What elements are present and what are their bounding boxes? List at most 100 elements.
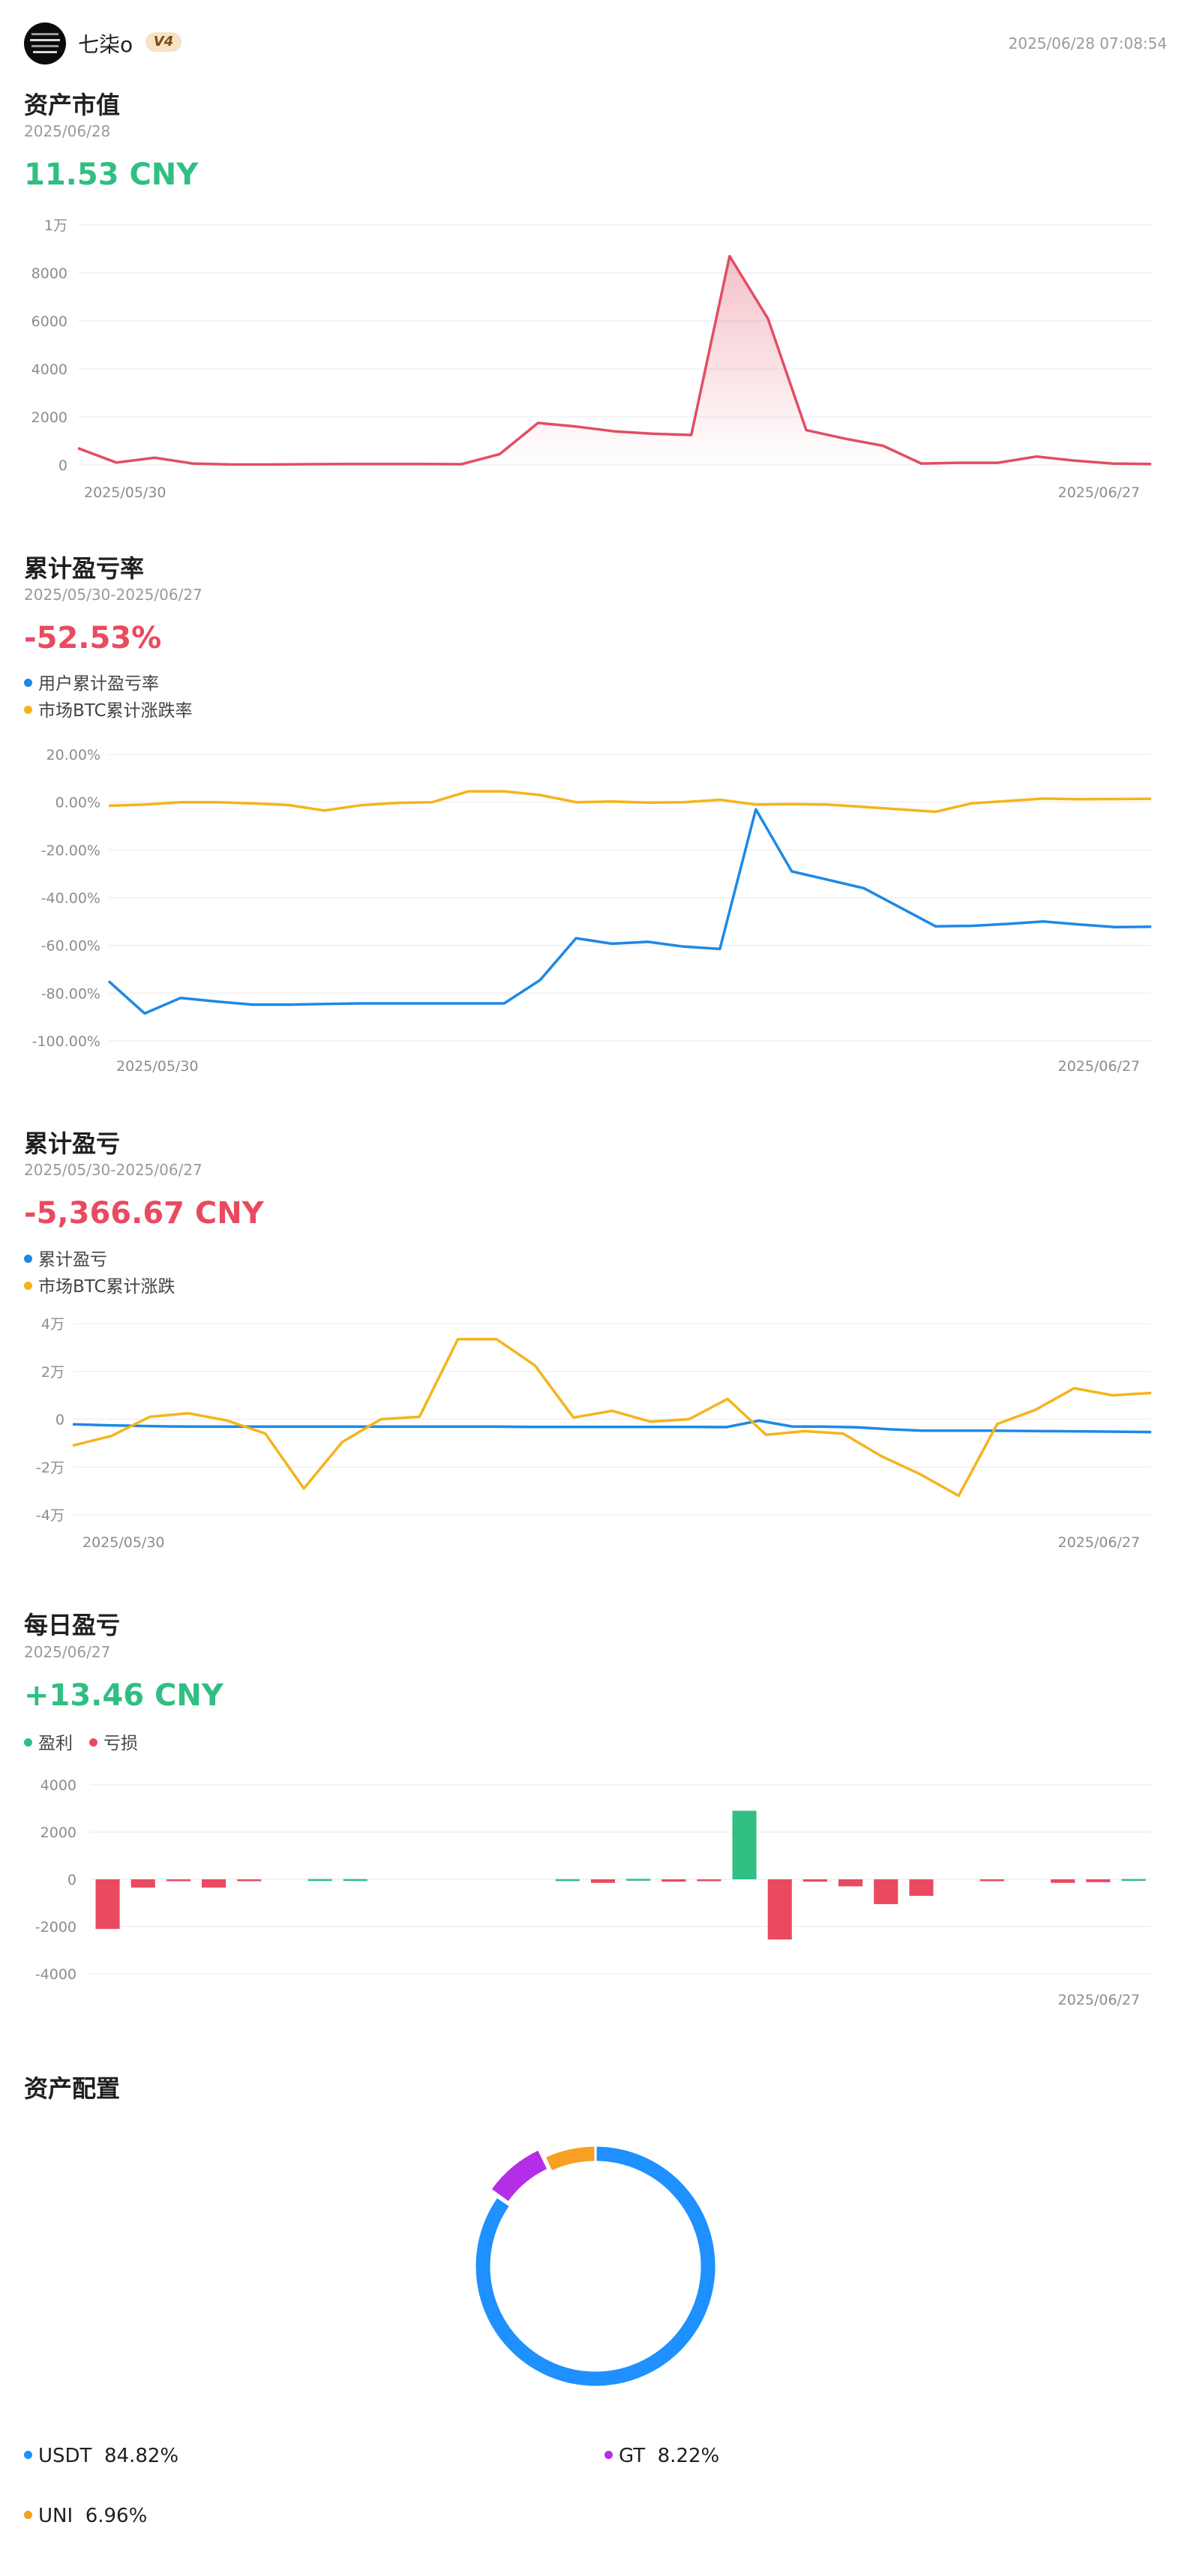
y-tick-label: 8000 <box>32 265 68 282</box>
user-header: 七柒o V4 2025/06/28 07:08:54 <box>24 21 1167 67</box>
legend-item: 市场BTC累计涨跌 <box>24 1273 176 1300</box>
x-tick-label: 2025/06/27 <box>1058 1534 1140 1551</box>
y-tick-label: -4万 <box>36 1507 64 1524</box>
legend-dot <box>24 2511 32 2519</box>
legend-item: 累计盈亏 <box>24 1246 176 1273</box>
daily-bar <box>697 1879 722 1882</box>
y-tick-label: 0 <box>58 457 68 474</box>
daily-bar <box>237 1879 262 1882</box>
daily-bar <box>202 1879 226 1888</box>
cum-pnl-date: 2025/05/30-2025/06/27 <box>24 1161 202 1179</box>
y-tick-label: -2万 <box>36 1459 64 1476</box>
cum-pnl-value: -5,366.67 CNY <box>24 1196 264 1231</box>
allocation-item-usdt: USDT 84.82% <box>24 2445 178 2467</box>
cum-rate-chart: 20.00% 0.00% -20.00% -40.00% -60.00% -80.00% -… <box>32 747 1152 1075</box>
legend-item: 盈利 <box>24 1729 73 1754</box>
daily-bar <box>767 1879 792 1940</box>
y-tick-label: 2000 <box>40 1825 76 1841</box>
daily-bar <box>1121 1879 1146 1882</box>
daily-pnl-chart: 4000 2000 0 -2000 -4000 2025/06/27 <box>35 1777 1151 2008</box>
x-tick-label: 2025/05/30 <box>84 484 166 501</box>
y-tick-label: -100.00% <box>32 1033 100 1050</box>
legend-item: 用户累计盈亏率 <box>24 670 193 697</box>
legend-item: 亏损 <box>89 1729 138 1754</box>
daily-bar <box>802 1879 827 1882</box>
x-tick-label: 2025/06/27 <box>1058 1058 1140 1075</box>
allocation-asset-name: USDT <box>38 2445 92 2467</box>
x-tick-label: 2025/05/30 <box>116 1058 199 1075</box>
cum-pnl-legend: 累计盈亏 市场BTC累计涨跌 <box>24 1246 176 1300</box>
allocation-item-uni: UNI 6.96% <box>24 2505 147 2527</box>
donut-slice-uni <box>546 2146 595 2171</box>
y-tick-label: 4万 <box>41 1316 64 1333</box>
y-tick-label: 0 <box>68 1872 76 1888</box>
series-line-btc <box>72 1337 1152 1498</box>
legend-dot <box>89 1738 98 1747</box>
daily-bar <box>838 1879 863 1887</box>
asset-value-date: 2025/06/28 <box>24 122 111 140</box>
donut-slice-gt <box>491 2150 548 2202</box>
series-line-user <box>107 808 1152 1015</box>
allocation-item-gt: GT 8.22% <box>604 2445 719 2467</box>
y-tick-label: 4000 <box>32 361 68 378</box>
cum-pnl-title: 累计盈亏 <box>24 1129 121 1158</box>
daily-bar <box>130 1879 155 1888</box>
allocation-asset-name: GT <box>619 2445 646 2467</box>
asset-value-amount: 11.53 CNY <box>24 157 199 192</box>
area-fill <box>78 256 1151 465</box>
legend-dot <box>24 706 32 714</box>
legend-label: 市场BTC累计涨跌 <box>38 1277 176 1297</box>
legend-item: 市场BTC累计涨跌率 <box>24 697 193 724</box>
vip-badge: V4 <box>146 32 182 52</box>
y-tick-label: 0 <box>56 1412 64 1429</box>
y-tick-label: 4000 <box>40 1777 76 1794</box>
legend-label: 用户累计盈亏率 <box>38 674 159 694</box>
daily-bar <box>308 1879 332 1882</box>
daily-pnl-value: +13.46 CNY <box>24 1678 224 1713</box>
cum-rate-legend: 用户累计盈亏率 市场BTC累计涨跌率 <box>24 670 193 724</box>
legend-label: 盈利 <box>38 1734 73 1753</box>
daily-bar <box>555 1879 580 1882</box>
legend-label: 市场BTC累计涨跌率 <box>38 701 193 721</box>
timestamp: 2025/06/28 07:08:54 <box>1008 34 1167 52</box>
allocation-percent: 8.22% <box>657 2445 720 2467</box>
x-tick-label: 2025/05/30 <box>82 1534 165 1551</box>
cum-pnl-chart: 4万 2万 0 -2万 -4万 2025/05/30 2025/06/27 <box>36 1316 1152 1551</box>
series-line-btc <box>108 790 1152 814</box>
x-tick-label: 2025/06/27 <box>1058 1992 1140 2008</box>
legend-label: 亏损 <box>104 1734 138 1753</box>
legend-dot <box>604 2451 613 2459</box>
legend-dot <box>24 2451 32 2459</box>
asset-value-chart: 1万 8000 6000 4000 2000 0 2025/05/30 2025/06/27 <box>32 217 1152 501</box>
y-tick-label: 0.00% <box>56 795 100 811</box>
username: 七柒o <box>78 32 134 57</box>
daily-bar <box>1051 1879 1076 1883</box>
daily-bar <box>95 1879 120 1930</box>
allocation-percent: 84.82% <box>104 2445 179 2467</box>
cum-rate-date: 2025/05/30-2025/06/27 <box>24 586 202 604</box>
avatar[interactable] <box>24 22 66 64</box>
cum-rate-value: -52.53% <box>24 621 162 655</box>
daily-bar <box>590 1879 615 1883</box>
daily-pnl-date: 2025/06/27 <box>24 1643 111 1661</box>
daily-bar <box>909 1879 934 1897</box>
legend-dot <box>24 1255 32 1263</box>
cum-rate-title: 累计盈亏率 <box>24 554 145 583</box>
y-tick-label: 6000 <box>32 313 68 330</box>
daily-bar <box>874 1879 898 1905</box>
daily-pnl-title: 每日盈亏 <box>24 1611 121 1639</box>
legend-dot <box>24 679 32 687</box>
daily-bar <box>980 1879 1004 1882</box>
y-tick-label: -40.00% <box>41 890 100 907</box>
daily-bar <box>343 1879 368 1882</box>
allocation-donut-chart <box>476 2146 716 2386</box>
daily-bar <box>1086 1879 1111 1882</box>
y-tick-label: -60.00% <box>41 938 100 955</box>
allocation-title: 资产配置 <box>24 2074 121 2103</box>
legend-label: 累计盈亏 <box>38 1250 107 1270</box>
allocation-asset-name: UNI <box>38 2505 74 2527</box>
y-tick-label: 1万 <box>44 217 68 234</box>
legend-dot <box>24 1738 32 1747</box>
asset-value-title: 资产市值 <box>24 91 121 119</box>
legend-dot <box>24 1282 32 1290</box>
